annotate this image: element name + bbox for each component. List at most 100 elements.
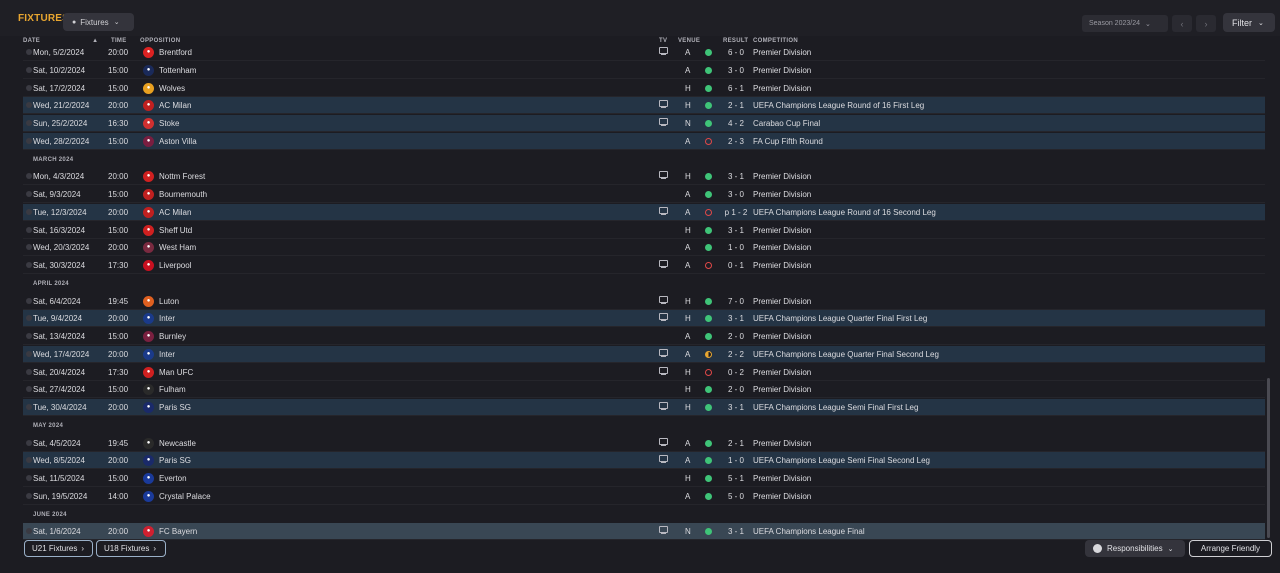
fixture-row[interactable]: Mon, 4/3/2024 20:00 ● Nottm Forest H 3 - 1 Pre…: [23, 168, 1265, 185]
u21-fixtures-button[interactable]: U21 Fixtures ›: [24, 540, 93, 557]
score[interactable]: 3 - 0: [723, 190, 749, 199]
opposition-link[interactable]: AC Milan: [159, 208, 191, 217]
opposition-link[interactable]: West Ham: [159, 243, 196, 252]
filter-button[interactable]: Filter ⌄: [1223, 13, 1275, 32]
score[interactable]: 7 - 0: [723, 297, 749, 306]
competition-link[interactable]: Premier Division: [753, 48, 811, 57]
u18-fixtures-button[interactable]: U18 Fixtures ›: [96, 540, 166, 557]
arrange-friendly-button[interactable]: Arrange Friendly: [1189, 540, 1272, 557]
fixture-row[interactable]: Tue, 30/4/2024 20:00 ● Paris SG H 3 - 1 UEFA C…: [23, 399, 1265, 416]
opposition-link[interactable]: Everton: [159, 474, 187, 483]
fixture-row[interactable]: Sat, 6/4/2024 19:45 ● Luton H 7 - 0 Premier Di…: [23, 293, 1265, 310]
competition-link[interactable]: Premier Division: [753, 492, 811, 501]
opposition-link[interactable]: Man UFC: [159, 368, 193, 377]
opposition-link[interactable]: FC Bayern: [159, 527, 197, 536]
fixture-row[interactable]: Sat, 11/5/2024 15:00 ● Everton H 5 - 1 Premier…: [23, 470, 1265, 487]
fixture-row[interactable]: Sat, 27/4/2024 15:00 ● Fulham H 2 - 0 Premier …: [23, 381, 1265, 398]
responsibilities-button[interactable]: Responsibilities ⌄: [1085, 540, 1185, 557]
fixture-row[interactable]: Sat, 1/6/2024 20:00 ● FC Bayern N 3 - 1 UEFA C…: [23, 523, 1265, 540]
competition-link[interactable]: Premier Division: [753, 385, 811, 394]
fixture-row[interactable]: Sun, 19/5/2024 14:00 ● Crystal Palace A 5 - 0…: [23, 488, 1265, 505]
competition-link[interactable]: Premier Division: [753, 474, 811, 483]
score[interactable]: 2 - 2: [723, 350, 749, 359]
score[interactable]: p 1 - 2: [723, 208, 749, 217]
view-selector-button[interactable]: ● Fixtures ⌄: [63, 13, 134, 31]
score[interactable]: 0 - 1: [723, 261, 749, 270]
opposition-link[interactable]: Fulham: [159, 385, 186, 394]
fixture-row[interactable]: Wed, 28/2/2024 15:00 ● Aston Villa A 2 - 3 FA …: [23, 133, 1265, 150]
opposition-link[interactable]: Burnley: [159, 332, 186, 341]
fixture-row[interactable]: Tue, 9/4/2024 20:00 ● Inter H 3 - 1 UEFA Champ…: [23, 310, 1265, 327]
competition-link[interactable]: UEFA Champions League Quarter Final Seco…: [753, 350, 939, 359]
score[interactable]: 3 - 1: [723, 314, 749, 323]
score[interactable]: 3 - 1: [723, 226, 749, 235]
competition-link[interactable]: Premier Division: [753, 84, 811, 93]
opposition-link[interactable]: Liverpool: [159, 261, 191, 270]
competition-link[interactable]: Premier Division: [753, 297, 811, 306]
competition-link[interactable]: Premier Division: [753, 66, 811, 75]
competition-link[interactable]: UEFA Champions League Semi Final First L…: [753, 403, 918, 412]
opposition-link[interactable]: Sheff Utd: [159, 226, 192, 235]
scrollbar[interactable]: [1267, 378, 1270, 538]
competition-link[interactable]: Premier Division: [753, 332, 811, 341]
fixture-row[interactable]: Sat, 13/4/2024 15:00 ● Burnley A 2 - 0 Premier…: [23, 328, 1265, 345]
competition-link[interactable]: Carabao Cup Final: [753, 119, 820, 128]
opposition-link[interactable]: Paris SG: [159, 403, 191, 412]
fixture-row[interactable]: Tue, 12/3/2024 20:00 ● AC Milan Ap 1 - 2 UEFA…: [23, 204, 1265, 221]
competition-link[interactable]: Premier Division: [753, 261, 811, 270]
score[interactable]: 5 - 1: [723, 474, 749, 483]
season-selector[interactable]: Season 2023/24 ⌄: [1082, 15, 1168, 32]
competition-link[interactable]: Premier Division: [753, 243, 811, 252]
opposition-link[interactable]: Inter: [159, 314, 175, 323]
opposition-link[interactable]: Aston Villa: [159, 137, 197, 146]
opposition-link[interactable]: Stoke: [159, 119, 179, 128]
competition-link[interactable]: UEFA Champions League Final: [753, 527, 865, 536]
opposition-link[interactable]: Tottenham: [159, 66, 196, 75]
score[interactable]: 4 - 2: [723, 119, 749, 128]
fixture-row[interactable]: Wed, 8/5/2024 20:00 ● Paris SG A 1 - 0 UEFA Ch…: [23, 452, 1265, 469]
score[interactable]: 1 - 0: [723, 243, 749, 252]
fixture-row[interactable]: Wed, 21/2/2024 20:00 ● AC Milan H 2 - 1 UEFA C…: [23, 97, 1265, 114]
competition-link[interactable]: Premier Division: [753, 368, 811, 377]
fixture-row[interactable]: Sat, 4/5/2024 19:45 ● Newcastle A 2 - 1 Premie…: [23, 435, 1265, 452]
fixture-row[interactable]: Sat, 30/3/2024 17:30 ● Liverpool A 0 - 1 Premi…: [23, 257, 1265, 274]
fixture-row[interactable]: Sun, 25/2/2024 16:30 ● Stoke N 4 - 2 Carabao C…: [23, 115, 1265, 132]
competition-link[interactable]: UEFA Champions League Quarter Final Firs…: [753, 314, 927, 323]
competition-link[interactable]: Premier Division: [753, 226, 811, 235]
competition-link[interactable]: Premier Division: [753, 439, 811, 448]
fixture-row[interactable]: Wed, 17/4/2024 20:00 ● Inter A 2 - 2 UEFA Cham…: [23, 346, 1265, 363]
score[interactable]: 2 - 1: [723, 439, 749, 448]
score[interactable]: 2 - 0: [723, 332, 749, 341]
competition-link[interactable]: FA Cup Fifth Round: [753, 137, 823, 146]
fixture-row[interactable]: Sat, 9/3/2024 15:00 ● Bournemouth A 3 - 0 Prem…: [23, 186, 1265, 203]
fixture-row[interactable]: Sat, 16/3/2024 15:00 ● Sheff Utd H 3 - 1 Premi…: [23, 222, 1265, 239]
competition-link[interactable]: UEFA Champions League Semi Final Second …: [753, 456, 930, 465]
fixture-row[interactable]: Sat, 10/2/2024 15:00 ● Tottenham A 3 - 0 Premi…: [23, 62, 1265, 79]
opposition-link[interactable]: Wolves: [159, 84, 185, 93]
score[interactable]: 6 - 1: [723, 84, 749, 93]
score[interactable]: 6 - 0: [723, 48, 749, 57]
score[interactable]: 2 - 0: [723, 385, 749, 394]
fixture-row[interactable]: Wed, 20/3/2024 20:00 ● West Ham A 1 - 0 Premie…: [23, 239, 1265, 256]
score[interactable]: 2 - 3: [723, 137, 749, 146]
opposition-link[interactable]: Bournemouth: [159, 190, 207, 199]
fixture-row[interactable]: Sat, 20/4/2024 17:30 ● Man UFC H 0 - 2 Premier…: [23, 364, 1265, 381]
competition-link[interactable]: UEFA Champions League Round of 16 First …: [753, 101, 924, 110]
score[interactable]: 3 - 1: [723, 172, 749, 181]
competition-link[interactable]: Premier Division: [753, 172, 811, 181]
opposition-link[interactable]: Inter: [159, 350, 175, 359]
score[interactable]: 5 - 0: [723, 492, 749, 501]
score[interactable]: 2 - 1: [723, 101, 749, 110]
fixture-row[interactable]: Mon, 5/2/2024 20:00 ● Brentford A 6 - 0 Premie…: [23, 46, 1265, 61]
opposition-link[interactable]: Nottm Forest: [159, 172, 205, 181]
fixture-row[interactable]: Sat, 17/2/2024 15:00 ● Wolves H 6 - 1 Premier …: [23, 80, 1265, 97]
opposition-link[interactable]: AC Milan: [159, 101, 191, 110]
score[interactable]: 1 - 0: [723, 456, 749, 465]
opposition-link[interactable]: Luton: [159, 297, 179, 306]
opposition-link[interactable]: Newcastle: [159, 439, 196, 448]
opposition-link[interactable]: Crystal Palace: [159, 492, 211, 501]
score[interactable]: 0 - 2: [723, 368, 749, 377]
next-button[interactable]: ›: [1196, 15, 1216, 32]
score[interactable]: 3 - 1: [723, 403, 749, 412]
score[interactable]: 3 - 1: [723, 527, 749, 536]
